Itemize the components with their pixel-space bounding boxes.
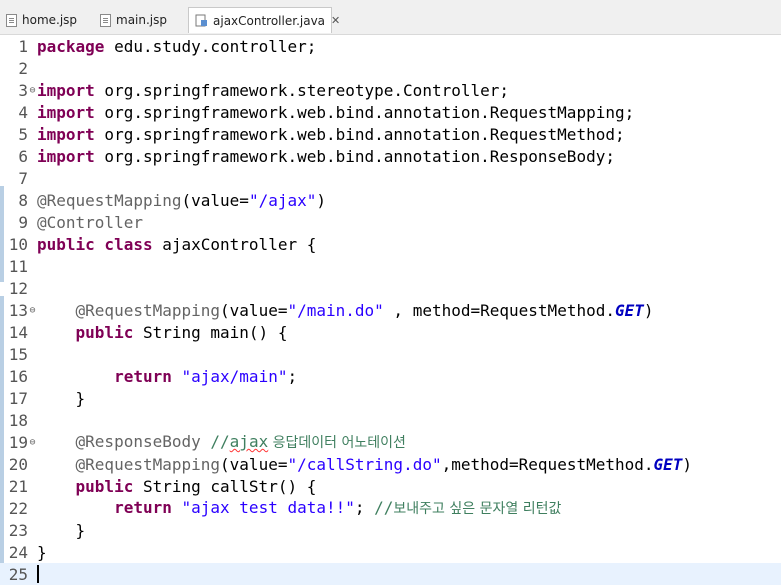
- line-number: 14: [8, 322, 28, 342]
- line-number: 21: [8, 476, 28, 496]
- code-line: 4 import org.springframework.web.bind.an…: [0, 101, 781, 123]
- line-number: 22: [8, 498, 28, 518]
- file-icon: [6, 13, 17, 27]
- code-line: 21 public String callStr() {: [0, 475, 781, 497]
- code-editor[interactable]: 1 package edu.study.controller; 2 3 ⊖ imp…: [0, 34, 781, 585]
- code-line: 1 package edu.study.controller;: [0, 35, 781, 57]
- tab-label: home.jsp: [22, 13, 78, 27]
- code-line: 18: [0, 409, 781, 431]
- code-line: 10 public class ajaxController {: [0, 233, 781, 255]
- line-number: 13: [8, 300, 28, 320]
- current-line[interactable]: 25: [0, 563, 781, 585]
- tab-label: main.jsp: [116, 13, 167, 27]
- line-number: 1: [18, 36, 28, 56]
- line-number: 4: [18, 102, 28, 122]
- code-line: 9 @Controller: [0, 211, 781, 233]
- code-line: 11: [0, 255, 781, 277]
- editor-tab-bar: home.jsp main.jsp ajaxController.java ✕: [0, 0, 781, 35]
- code-line: 13 ⊖ @RequestMapping(value="/main.do" , m…: [0, 299, 781, 321]
- fold-icon[interactable]: ⊖: [28, 437, 37, 448]
- close-icon[interactable]: ✕: [331, 14, 340, 27]
- code-line: 23 }: [0, 519, 781, 541]
- code-line: 22 return "ajax test data!!"; //보내주고 싶은 …: [0, 497, 781, 519]
- tab-main-jsp[interactable]: main.jsp: [94, 7, 184, 33]
- code-line: 12: [0, 277, 781, 299]
- tab-label: ajaxController.java: [213, 13, 326, 28]
- line-number: 8: [18, 190, 28, 210]
- code-line: 2: [0, 57, 781, 79]
- code-line: 16 return "ajax/main";: [0, 365, 781, 387]
- code-line: 6 import org.springframework.web.bind.an…: [0, 145, 781, 167]
- line-number: 20: [8, 454, 28, 474]
- line-number: 10: [8, 234, 28, 254]
- code-line: 5 import org.springframework.web.bind.an…: [0, 123, 781, 145]
- java-file-icon: [195, 14, 208, 27]
- line-number: 18: [8, 410, 28, 430]
- line-number: 5: [18, 124, 28, 144]
- line-number: 6: [18, 146, 28, 166]
- line-number: 2: [18, 58, 28, 78]
- line-number: 7: [18, 168, 28, 188]
- text-caret: [37, 565, 39, 583]
- code-line: 19 ⊖ @ResponseBody //ajax 응답데이터 어노테이션: [0, 431, 781, 453]
- code-line: 20 @RequestMapping(value="/callString.do…: [0, 453, 781, 475]
- line-number: 9: [18, 212, 28, 232]
- line-number: 17: [8, 388, 28, 408]
- file-icon: [100, 13, 111, 27]
- fold-icon[interactable]: ⊖: [28, 305, 37, 316]
- code-line: 3 ⊖ import org.springframework.stereotype…: [0, 79, 781, 101]
- line-number: 16: [8, 366, 28, 386]
- line-number: 3: [18, 80, 28, 100]
- line-number: 12: [8, 278, 28, 298]
- code-line: 7: [0, 167, 781, 189]
- line-number: 24: [8, 542, 28, 562]
- code-line: 8 @RequestMapping(value="/ajax"): [0, 189, 781, 211]
- line-number: 15: [8, 344, 28, 364]
- code-line: 15: [0, 343, 781, 365]
- code-line: 24 }: [0, 541, 781, 563]
- code-line: 17 }: [0, 387, 781, 409]
- line-number: 23: [8, 520, 28, 540]
- fold-icon[interactable]: ⊖: [28, 85, 37, 96]
- tab-ajaxcontroller-java[interactable]: ajaxController.java ✕: [188, 7, 340, 33]
- line-number: 19: [8, 432, 28, 452]
- tab-home-jsp[interactable]: home.jsp: [0, 7, 90, 33]
- line-number: 11: [8, 256, 28, 276]
- code-line: 14 public String main() {: [0, 321, 781, 343]
